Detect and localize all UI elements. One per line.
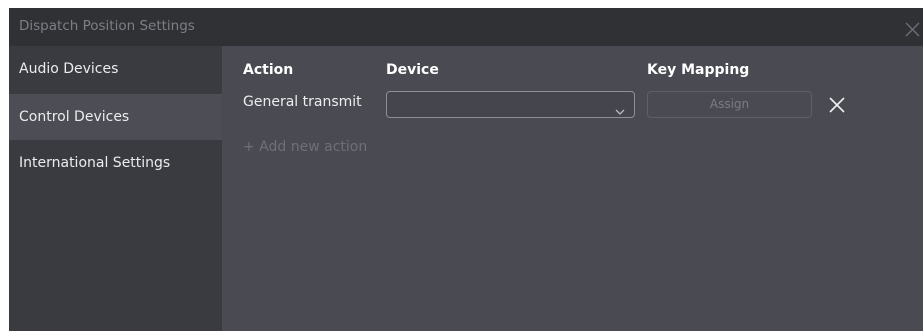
column-header-device: Device [386, 62, 439, 78]
column-header-action: Action [243, 62, 294, 78]
sidebar-item-international-settings[interactable]: International Settings [9, 140, 222, 186]
sidebar-item-control-devices[interactable]: Control Devices [9, 94, 222, 140]
sidebar: Audio Devices Control Devices Internatio… [9, 46, 222, 331]
settings-dialog: Dispatch Position Settings Audio Devices… [9, 8, 923, 331]
action-label: General transmit [243, 94, 362, 110]
close-icon[interactable] [901, 18, 923, 40]
control-devices-panel: Action Device Key Mapping General transm… [222, 46, 923, 331]
column-header-key-mapping: Key Mapping [647, 62, 750, 78]
chevron-down-icon [614, 101, 626, 115]
sidebar-item-label: Audio Devices [19, 61, 119, 77]
device-dropdown[interactable] [386, 91, 635, 118]
add-new-action-link[interactable]: + Add new action [243, 139, 367, 155]
sidebar-item-label: International Settings [19, 155, 171, 171]
sidebar-item-label: Control Devices [19, 109, 130, 125]
sidebar-item-audio-devices[interactable]: Audio Devices [9, 46, 222, 92]
title-bar: Dispatch Position Settings [9, 8, 923, 46]
assign-button[interactable]: Assign [647, 91, 812, 118]
dialog-title: Dispatch Position Settings [19, 18, 195, 34]
close-icon[interactable] [827, 95, 847, 115]
